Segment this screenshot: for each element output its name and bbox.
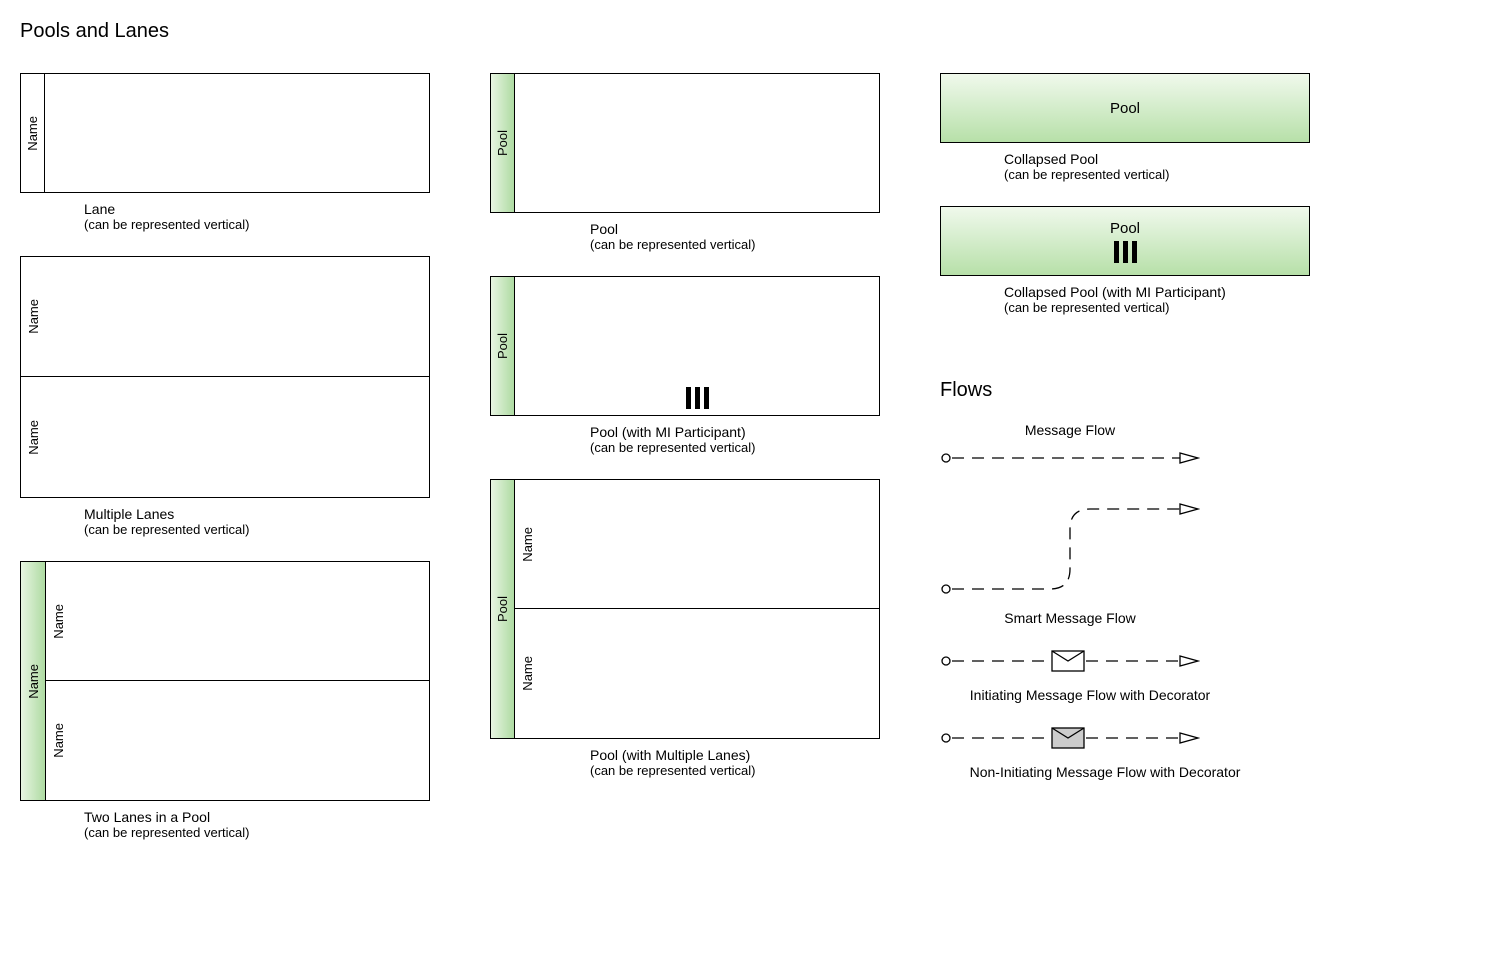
pool-header: Name xyxy=(21,562,45,800)
lane-header-label: Name xyxy=(51,723,66,758)
initiating-flow-icon xyxy=(940,646,1200,676)
collapsed-pool-mi-shape: Pool xyxy=(940,206,1310,276)
lane-row: Name xyxy=(515,480,879,609)
non-initiating-flow-label: Non-Initiating Message Flow with Decorat… xyxy=(940,764,1270,780)
lane-row: Name xyxy=(46,562,429,681)
pool-header-label: Pool xyxy=(495,130,510,156)
lane-header: Name xyxy=(21,257,45,376)
collapsed-caption-sub: (can be represented vertical) xyxy=(1004,167,1340,182)
pool-lanes-container: Name Name xyxy=(515,480,879,738)
smart-message-flow-shape xyxy=(940,499,1340,604)
smart-message-flow-wrap: Smart Message Flow xyxy=(940,479,1340,626)
lane-caption-title: Lane xyxy=(84,201,440,217)
lane-row: Name xyxy=(21,377,429,497)
pool-header-label: Pool xyxy=(495,333,510,359)
pool-header-label: Name xyxy=(26,664,41,699)
lane-header: Name xyxy=(21,74,45,192)
collapsed-mi-caption: Collapsed Pool (with MI Participant) (ca… xyxy=(940,284,1340,315)
lane-row: Name xyxy=(46,681,429,800)
mi-participant-marker-icon xyxy=(686,387,709,409)
page-title: Pools and Lanes xyxy=(20,20,1480,43)
non-initiating-flow-wrap: Non-Initiating Message Flow with Decorat… xyxy=(940,703,1340,780)
collapsed-pool-label: Pool xyxy=(1110,220,1140,237)
two-lanes-caption-title: Two Lanes in a Pool xyxy=(84,809,440,825)
pool-mi-caption-title: Pool (with MI Participant) xyxy=(590,424,890,440)
pool-mi-caption-sub: (can be represented vertical) xyxy=(590,440,890,455)
lane-header: Name xyxy=(515,480,539,608)
pool-shape: Pool xyxy=(490,73,880,213)
two-lanes-caption: Two Lanes in a Pool (can be represented … xyxy=(20,809,440,840)
pool-mi-shape-wrap: Pool Pool (with MI Participant) (can be … xyxy=(490,276,890,455)
pool-caption-title: Pool xyxy=(590,221,890,237)
lane-header-label: Name xyxy=(26,299,41,334)
two-lanes-caption-sub: (can be represented vertical) xyxy=(84,825,440,840)
message-flow-shape xyxy=(940,448,1340,473)
column-1: Name Lane (can be represented vertical) … xyxy=(20,73,440,864)
pool-multi-caption: Pool (with Multiple Lanes) (can be repre… xyxy=(490,747,890,778)
lane-header-label: Name xyxy=(26,420,41,455)
pool-mi-caption: Pool (with MI Participant) (can be repre… xyxy=(490,424,890,455)
smart-message-flow-icon xyxy=(940,499,1200,599)
pool-header: Pool xyxy=(491,480,515,738)
two-lanes-pool-shape: Name Name Name xyxy=(20,561,430,801)
multi-lanes-caption-sub: (can be represented vertical) xyxy=(84,522,440,537)
pool-multi-lanes-wrap: Pool Name Name Pool (with M xyxy=(490,479,890,778)
lane-shape-wrap: Name Lane (can be represented vertical) xyxy=(20,73,440,232)
collapsed-caption-title: Collapsed Pool xyxy=(1004,151,1340,167)
lane-caption-sub: (can be represented vertical) xyxy=(84,217,440,232)
pool-lanes-container: Name Name xyxy=(45,562,429,800)
message-flow-wrap: Message Flow xyxy=(940,418,1340,479)
lane-row: Name xyxy=(21,257,429,377)
multi-lanes-shape: Name Name xyxy=(20,256,430,498)
lane-row: Name xyxy=(515,609,879,738)
collapsed-caption: Collapsed Pool (can be represented verti… xyxy=(940,151,1340,182)
multi-lanes-shape-wrap: Name Name Multiple Lanes (can be represe… xyxy=(20,256,440,537)
message-flow-label: Message Flow xyxy=(940,422,1200,438)
pool-mi-shape: Pool xyxy=(490,276,880,416)
multi-lanes-caption-title: Multiple Lanes xyxy=(84,506,440,522)
lane-header-label: Name xyxy=(520,656,535,691)
collapsed-pool-label: Pool xyxy=(1110,100,1140,117)
collapsed-mi-caption-title: Collapsed Pool (with MI Participant) xyxy=(1004,284,1340,300)
smart-flow-label: Smart Message Flow xyxy=(940,610,1200,626)
collapsed-pool-wrap: Pool Collapsed Pool (can be represented … xyxy=(940,73,1340,182)
multi-lanes-caption: Multiple Lanes (can be represented verti… xyxy=(20,506,440,537)
mi-participant-marker-icon xyxy=(1114,241,1137,263)
collapsed-pool-mi-wrap: Pool Collapsed Pool (with MI Participant… xyxy=(940,206,1340,315)
lane-header-label: Name xyxy=(520,527,535,562)
message-flow-icon xyxy=(940,448,1200,468)
pool-body xyxy=(515,277,879,415)
collapsed-mi-caption-sub: (can be represented vertical) xyxy=(1004,300,1340,315)
non-initiating-flow-icon xyxy=(940,723,1200,753)
lane-header: Name xyxy=(515,609,539,738)
diagram-columns: Name Lane (can be represented vertical) … xyxy=(20,73,1480,864)
pool-multi-caption-title: Pool (with Multiple Lanes) xyxy=(590,747,890,763)
lane-header: Name xyxy=(46,681,70,800)
pool-header-label: Pool xyxy=(495,596,510,622)
pool-header: Pool xyxy=(491,74,515,212)
lane-header: Name xyxy=(46,562,70,680)
lane-header-label: Name xyxy=(51,604,66,639)
pool-header: Pool xyxy=(491,277,515,415)
pool-multi-lanes-shape: Pool Name Name xyxy=(490,479,880,739)
pool-caption: Pool (can be represented vertical) xyxy=(490,221,890,252)
pool-shape-wrap: Pool Pool (can be represented vertical) xyxy=(490,73,890,252)
pool-multi-caption-sub: (can be represented vertical) xyxy=(590,763,890,778)
lane-caption: Lane (can be represented vertical) xyxy=(20,201,440,232)
collapsed-pool-shape: Pool xyxy=(940,73,1310,143)
initiating-flow-wrap: Initiating Message Flow with Decorator xyxy=(940,626,1340,703)
column-3: Pool Collapsed Pool (can be represented … xyxy=(940,73,1340,780)
non-initiating-flow-shape xyxy=(940,723,1340,758)
initiating-flow-shape xyxy=(940,646,1340,681)
two-lanes-pool-wrap: Name Name Name Two Lanes in xyxy=(20,561,440,840)
initiating-flow-label: Initiating Message Flow with Decorator xyxy=(940,687,1240,703)
lane-header-label: Name xyxy=(25,116,40,151)
pool-caption-sub: (can be represented vertical) xyxy=(590,237,890,252)
column-2: Pool Pool (can be represented vertical) … xyxy=(490,73,890,802)
flows-section-title: Flows xyxy=(940,379,1340,402)
lane-shape: Name xyxy=(20,73,430,193)
lane-header: Name xyxy=(21,377,45,497)
